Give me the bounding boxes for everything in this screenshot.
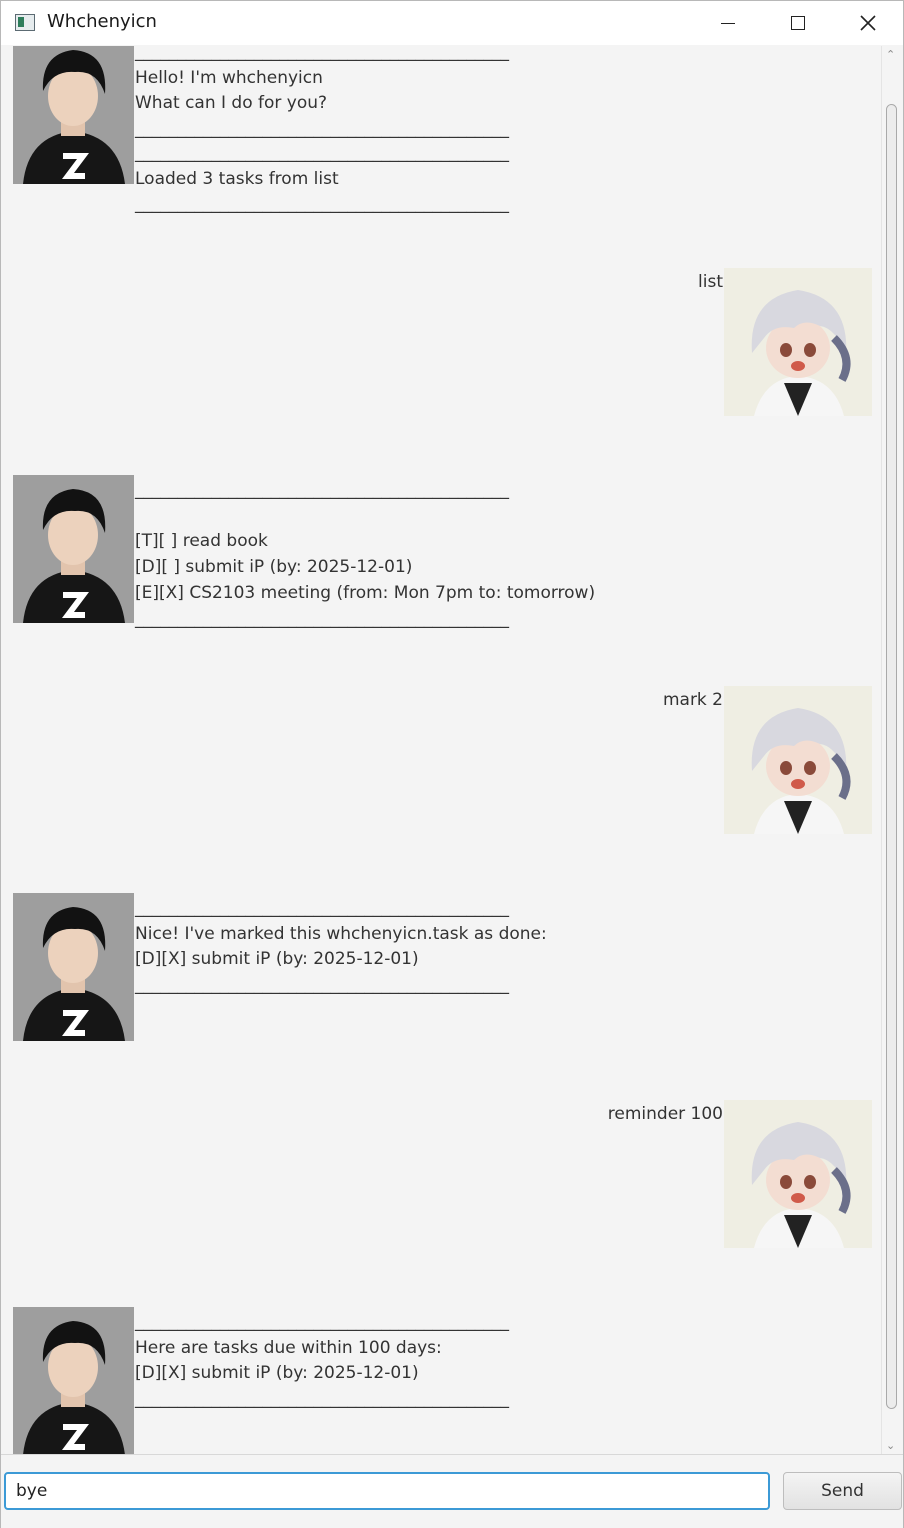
bot-message-text: ________________________________________…	[135, 480, 596, 629]
user-dialog-box: list	[1, 268, 881, 416]
minimize-button[interactable]	[693, 1, 763, 45]
bot-message-text: ________________________________________…	[135, 143, 509, 215]
user-input-field[interactable]	[4, 1472, 770, 1510]
app-window: Whchenyicn _____________________________…	[0, 0, 904, 1528]
bot-avatar-icon	[13, 475, 134, 623]
user-dialog-box: reminder 100	[1, 1100, 881, 1248]
user-avatar-icon	[724, 1100, 872, 1248]
close-button[interactable]	[833, 1, 903, 45]
scrollbar-thumb[interactable]	[886, 104, 897, 1409]
bot-message-text: ________________________________________…	[135, 46, 509, 140]
bot-avatar-icon	[13, 1307, 134, 1454]
bot-avatar-icon	[13, 46, 134, 184]
user-dialog-box: mark 2	[1, 686, 881, 834]
user-message-text: list	[698, 272, 723, 292]
scroll-down-icon[interactable]: ⌄	[886, 1439, 895, 1452]
bot-message-text: ________________________________________…	[135, 898, 547, 996]
vertical-scrollbar[interactable]: ⌃ ⌄	[881, 46, 902, 1454]
bot-dialog-box: ________________________________________…	[1, 1307, 881, 1454]
window-title: Whchenyicn	[47, 11, 157, 32]
app-icon	[15, 14, 35, 31]
maximize-icon	[791, 16, 805, 30]
scroll-up-icon[interactable]: ⌃	[886, 48, 895, 61]
maximize-button[interactable]	[763, 1, 833, 45]
send-button[interactable]: Send	[783, 1472, 902, 1510]
user-message-text: reminder 100	[607, 1104, 723, 1124]
bot-message-text: ________________________________________…	[135, 1312, 509, 1410]
title-bar[interactable]: Whchenyicn	[1, 1, 903, 45]
input-bar: Send	[1, 1454, 903, 1528]
user-avatar-icon	[724, 268, 872, 416]
bot-dialog-box: ________________________________________…	[1, 475, 881, 629]
user-avatar-icon	[724, 686, 872, 834]
dialog-scroll-pane[interactable]: ________________________________________…	[1, 46, 903, 1454]
minimize-icon	[721, 22, 735, 24]
close-icon	[860, 15, 876, 31]
bot-avatar-icon	[13, 893, 134, 1041]
user-message-text: mark 2	[662, 690, 723, 710]
bot-dialog-box: ________________________________________…	[1, 893, 881, 1041]
